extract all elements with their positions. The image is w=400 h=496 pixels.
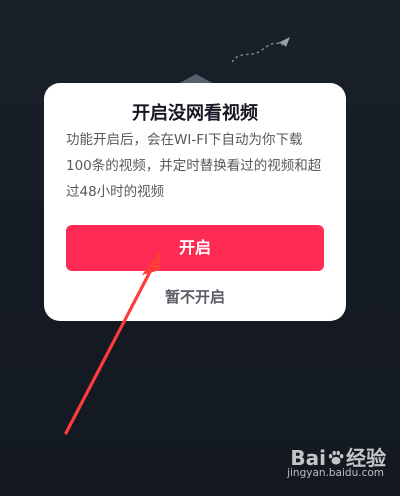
enable-button[interactable]: 开启 [66,225,324,271]
dialog-title: 开启没网看视频 [132,103,258,124]
dashed-flight-path [231,42,284,63]
dialog-description: 功能开启后，会在WI-FI下自动为你下载100条的视频，并定时替换看过的视频和超… [66,132,322,200]
not-now-button[interactable]: 暂不开启 [44,286,346,307]
paw-icon [328,450,344,465]
offline-video-dialog: 开启没网看视频 功能开启后，会在WI-FI下自动为你下载100条的视频，并定时替… [44,83,346,321]
app-background: 开启没网看视频 功能开启后，会在WI-FI下自动为你下载100条的视频，并定时替… [0,0,400,496]
paper-plane-icon [278,37,290,47]
watermark: Bai 经验 jingyan.baidu.com [246,442,386,482]
watermark-url: jingyan.baidu.com [287,467,384,479]
